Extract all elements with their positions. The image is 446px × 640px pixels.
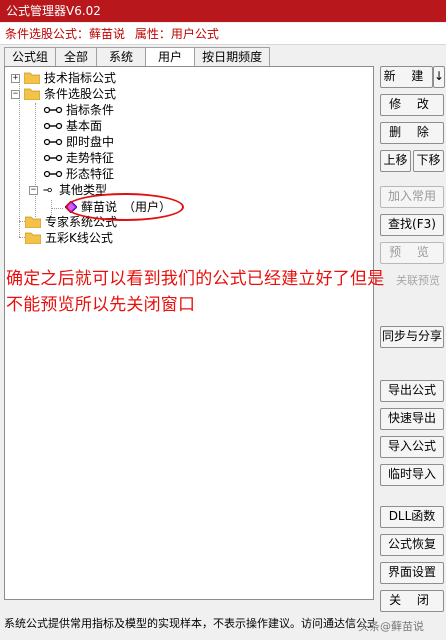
attr-group: 属性：用户公式 [135, 27, 219, 41]
close-button[interactable]: 关 闭 [380, 590, 444, 612]
tree-node-color-kline[interactable]: 五彩K线公式 [25, 230, 113, 246]
export-formula-button[interactable]: 导出公式 [380, 380, 444, 402]
tab-by-date-frequency[interactable]: 按日期频度 [194, 47, 271, 66]
formula-leaf-icon [43, 170, 63, 178]
window-titlebar: 公式管理器V6.02 [0, 0, 446, 22]
tab-formula-group[interactable]: 公式组 [4, 47, 57, 66]
dll-function-button[interactable]: DLL函数 [380, 506, 444, 528]
formula-leaf-icon [43, 122, 63, 130]
open-folder-icon [24, 88, 40, 100]
temp-import-button[interactable]: 临时导入 [380, 464, 444, 486]
modify-button[interactable]: 修 改 [380, 94, 444, 116]
formula-leaf-icon [43, 187, 52, 193]
folder-icon [25, 216, 41, 228]
formula-leaf-icon [43, 106, 63, 114]
tab-user[interactable]: 用户 [145, 47, 196, 67]
tree-node-pattern-features[interactable]: 形态特征 [43, 166, 114, 182]
tree-node-stock-selection[interactable]: − 条件选股公式 [11, 86, 116, 102]
watermark: 头条@藓苗说 [358, 620, 424, 633]
tree-node-intraday[interactable]: 即时盘中 [43, 134, 114, 150]
move-up-button[interactable]: 上移 [380, 150, 411, 172]
new-dropdown-arrow-icon[interactable]: ↓ [433, 66, 445, 88]
formula-leaf-icon [43, 138, 63, 146]
ui-settings-button[interactable]: 界面设置 [380, 562, 444, 584]
formula-type-label: 条件选股公式：藓苗说 [5, 27, 125, 41]
delete-button[interactable]: 删 除 [380, 122, 444, 144]
new-button[interactable]: 新 建 [380, 66, 433, 88]
folder-icon [25, 232, 41, 244]
tree-node-label: 技术指标公式 [44, 71, 117, 85]
formula-leaf-icon [43, 154, 63, 162]
annotation-highlight-ellipse [66, 193, 184, 221]
find-button[interactable]: 查找(F3) [380, 214, 444, 236]
status-text: 系统公式提供常用指标及模型的实现样本，不表示操作建议。访问通达信公式社区 [4, 617, 374, 630]
tree-node-label: 五彩K线公式 [45, 231, 113, 245]
attr-label: 属性： [134, 27, 171, 41]
expand-icon[interactable]: + [11, 73, 20, 83]
tab-system[interactable]: 系统 [96, 47, 147, 66]
tree-node-label: 条件选股公式 [44, 87, 117, 101]
tree-connector [35, 103, 36, 217]
sync-share-button[interactable]: 同步与分享 [380, 326, 444, 348]
tab-all[interactable]: 全部 [55, 47, 98, 66]
tree-node-indicator-condition[interactable]: 指标条件 [43, 102, 114, 118]
tree-node-technical-indicators[interactable]: + 技术指标公式 [11, 70, 116, 86]
tree-node-label: 形态特征 [66, 167, 115, 181]
tree-node-fundamentals[interactable]: 基本面 [43, 118, 102, 134]
import-formula-button[interactable]: 导入公式 [380, 436, 444, 458]
move-down-button[interactable]: 下移 [413, 150, 444, 172]
formula-tabs: 公式组 全部 系统 用户 按日期频度 [4, 47, 271, 67]
tree-connector [19, 79, 20, 237]
quick-export-button[interactable]: 快速导出 [380, 408, 444, 430]
tree-node-label: 即时盘中 [66, 135, 115, 149]
formula-label: 条件选股公式： [5, 27, 90, 41]
add-to-common-button[interactable]: 加入常用 [380, 186, 444, 208]
formula-restore-button[interactable]: 公式恢复 [380, 534, 444, 556]
collapse-icon[interactable]: − [29, 185, 38, 195]
tree-node-label: 指标条件 [66, 103, 115, 117]
window-title: 公式管理器V6.02 [6, 4, 101, 18]
formula-tree[interactable]: + 技术指标公式 − 条件选股公式 指标条件 基本面 即时盘中 走势特征 形态特… [4, 66, 374, 600]
folder-icon [24, 72, 40, 84]
related-preview-checkbox-label[interactable]: 关联预览 [396, 272, 440, 288]
collapse-icon[interactable]: − [11, 89, 20, 99]
tree-node-label: 基本面 [66, 119, 103, 133]
preview-button[interactable]: 预 览 [380, 242, 444, 264]
attr-value: 用户公式 [170, 27, 219, 41]
formula-info-bar: 条件选股公式：藓苗说 属性：用户公式 [0, 23, 446, 45]
annotation-text: 确定之后就可以看到我们的公式已经建立好了但是不能预览所以先关闭窗口 [6, 269, 385, 315]
tree-node-label: 走势特征 [66, 151, 115, 165]
tree-connector [51, 208, 63, 209]
formula-name: 藓苗说 [89, 27, 126, 41]
tree-node-trend-features[interactable]: 走势特征 [43, 150, 114, 166]
